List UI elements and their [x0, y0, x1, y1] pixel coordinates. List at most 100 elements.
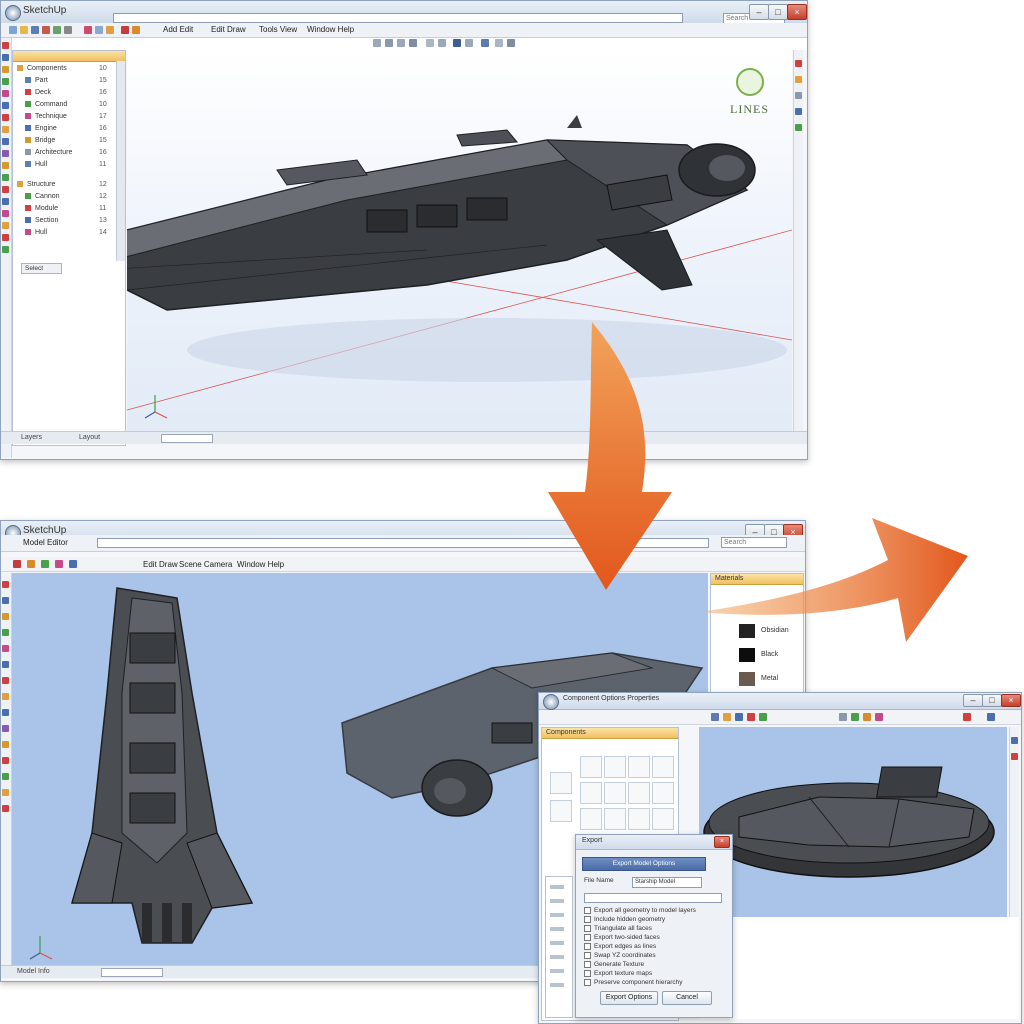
tree-item[interactable]: Deck 16 — [25, 89, 107, 99]
minimize-button[interactable]: – — [749, 4, 769, 20]
tree-item[interactable]: Part 15 — [25, 77, 107, 87]
eraser-icon-2[interactable] — [2, 805, 9, 812]
line-icon-2[interactable] — [2, 597, 9, 604]
export-option-checkbox[interactable]: Export texture maps — [584, 970, 652, 979]
model-viewport-3[interactable] — [699, 727, 1007, 917]
text-icon-2[interactable] — [2, 757, 9, 764]
close-button[interactable]: × — [787, 4, 807, 20]
open-folder-icon[interactable] — [20, 26, 28, 34]
tree-item[interactable]: Cannon 12 — [25, 193, 107, 203]
address-bar[interactable] — [113, 13, 683, 23]
tree-item[interactable]: Technique 17 — [25, 113, 107, 123]
menu-item-4[interactable]: Window Help — [307, 25, 354, 34]
tree-item[interactable]: Bridge 15 — [25, 137, 107, 147]
circle-icon-2[interactable] — [2, 629, 9, 636]
top-view-icon[interactable] — [438, 39, 446, 47]
section-icon-3[interactable] — [839, 713, 847, 721]
redo-icon[interactable] — [53, 26, 61, 34]
component-tile-6[interactable] — [604, 782, 626, 804]
export-options-button[interactable]: Export Options — [600, 991, 658, 1005]
axes-icon[interactable] — [2, 198, 9, 205]
push-pull-icon-2[interactable] — [2, 661, 9, 668]
export-option-checkbox[interactable]: Triangulate all faces — [584, 925, 652, 934]
offset-icon-2[interactable] — [2, 725, 9, 732]
walk-icon[interactable] — [2, 246, 9, 253]
paste-icon-3[interactable] — [723, 713, 731, 721]
scene-icon-3[interactable] — [987, 713, 995, 721]
menu-item-2-3[interactable]: Window Help — [237, 560, 284, 569]
move-icon-2[interactable] — [2, 677, 9, 684]
tree-item[interactable]: Components 10 — [17, 65, 107, 75]
maximize-button-3[interactable]: □ — [982, 694, 1002, 707]
file-list-item-2[interactable] — [550, 899, 564, 903]
tree-item[interactable]: Architecture 16 — [25, 149, 107, 159]
checkbox-box[interactable] — [584, 979, 591, 986]
select-tool-icon-2[interactable] — [13, 560, 21, 568]
search-input-2[interactable]: Search — [721, 537, 787, 548]
menu-item-2[interactable]: Edit Draw — [211, 25, 246, 34]
component-tile-7[interactable] — [628, 782, 650, 804]
iso-view-icon[interactable] — [426, 39, 434, 47]
line-tool-icon-2[interactable] — [27, 560, 35, 568]
app-logo-icon-3[interactable] — [543, 694, 559, 710]
component-tile-13[interactable] — [550, 772, 572, 794]
file-list-item-3[interactable] — [550, 913, 564, 917]
component-tile-14[interactable] — [550, 800, 572, 822]
move-icon[interactable] — [2, 114, 9, 121]
paint-icon-3[interactable] — [863, 713, 871, 721]
app-logo-icon[interactable] — [5, 5, 21, 21]
cancel-button[interactable]: Cancel — [662, 991, 712, 1005]
paint-icon-2[interactable] — [2, 789, 9, 796]
layers-icon[interactable] — [507, 39, 515, 47]
component-tile-3[interactable] — [628, 756, 650, 778]
component-tile-1[interactable] — [580, 756, 602, 778]
checkbox-box[interactable] — [584, 943, 591, 950]
undo-icon[interactable] — [42, 26, 50, 34]
menu-item-2-2[interactable]: Scene Camera — [179, 560, 232, 569]
status-layers[interactable]: Layers — [21, 434, 42, 441]
scene-icon[interactable] — [795, 108, 802, 115]
wireframe-icon[interactable] — [495, 39, 503, 47]
component-tile-10[interactable] — [604, 808, 626, 830]
rotate-icon-2[interactable] — [2, 693, 9, 700]
circle-icon[interactable] — [2, 78, 9, 85]
line-icon[interactable] — [2, 54, 9, 61]
pan-icon[interactable] — [385, 39, 393, 47]
menu-item-3[interactable]: Tools View — [259, 25, 297, 34]
text-icon[interactable] — [2, 186, 9, 193]
tree-item[interactable]: Command 10 — [25, 101, 107, 111]
outliner-tab[interactable]: Select — [21, 263, 62, 274]
export-option-checkbox[interactable]: Export all geometry to model layers — [584, 907, 696, 916]
scale-icon-2[interactable] — [2, 709, 9, 716]
push-pull-icon[interactable] — [2, 102, 9, 109]
axes-icon-2[interactable] — [2, 773, 9, 780]
rectangle-icon-2[interactable] — [2, 613, 9, 620]
offset-icon[interactable] — [2, 150, 9, 157]
maximize-button[interactable]: □ — [768, 4, 788, 20]
protractor-icon[interactable] — [2, 174, 9, 181]
outliner-scrollbar[interactable] — [116, 61, 125, 261]
file-list-item-6[interactable] — [550, 955, 564, 959]
orbit-icon-3[interactable] — [735, 713, 743, 721]
checkbox-box[interactable] — [584, 925, 591, 932]
tape-icon-2[interactable] — [2, 741, 9, 748]
zoom-icon-3[interactable] — [759, 713, 767, 721]
xray-icon[interactable] — [465, 39, 473, 47]
file-list-item-4[interactable] — [550, 927, 564, 931]
file-list-item-1[interactable] — [550, 885, 564, 889]
path-field[interactable] — [584, 893, 722, 903]
export-option-checkbox[interactable]: Export edges as lines — [584, 943, 656, 952]
orbit-icon[interactable] — [373, 39, 381, 47]
export-option-checkbox[interactable]: Preserve component hierarchy — [584, 979, 683, 988]
erase-tool-icon-2[interactable] — [55, 560, 63, 568]
close-button-3[interactable]: × — [1001, 694, 1021, 707]
material-swatch[interactable] — [739, 624, 755, 638]
paint-icon[interactable] — [2, 222, 9, 229]
component-tile-5[interactable] — [580, 782, 602, 804]
component-tile-12[interactable] — [652, 808, 674, 830]
material-swatch[interactable] — [739, 648, 755, 662]
select-tool-icon[interactable] — [121, 26, 129, 34]
file-name-field[interactable]: Starship Model — [632, 877, 702, 888]
dialog-close-button[interactable]: × — [714, 836, 730, 848]
eraser-icon[interactable] — [2, 234, 9, 241]
